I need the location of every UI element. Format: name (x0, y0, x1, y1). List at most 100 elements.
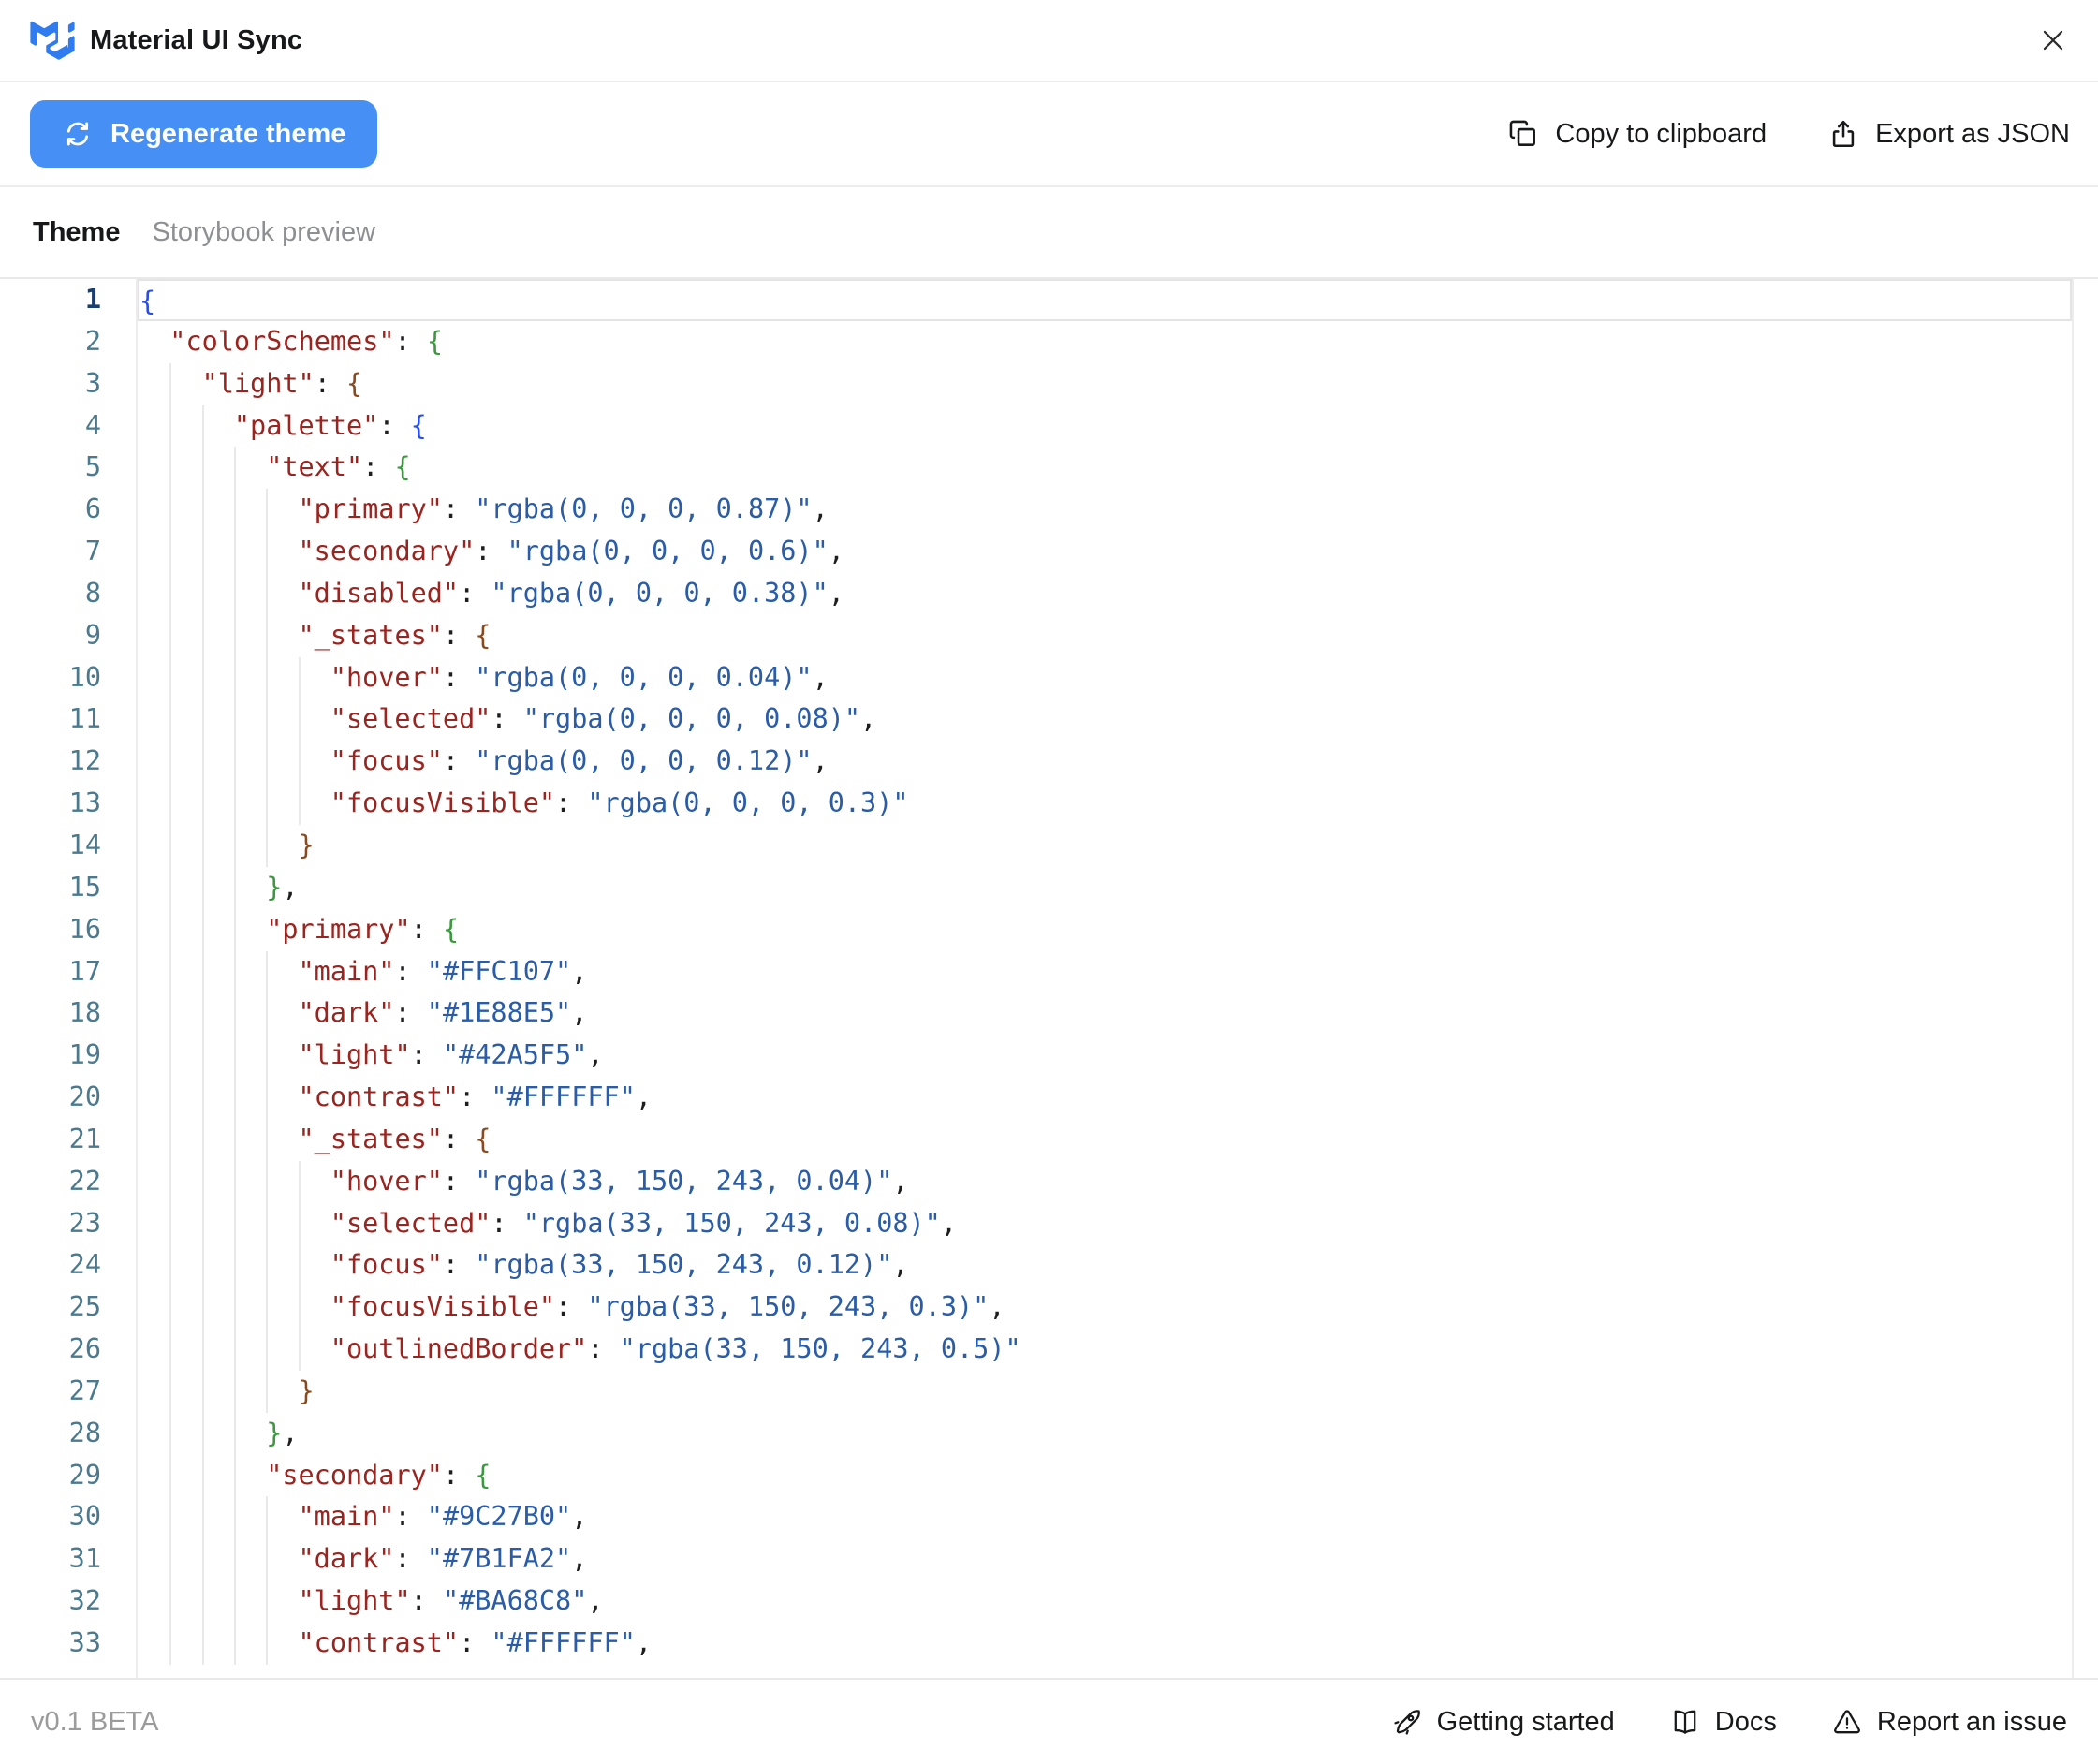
code-line[interactable]: "main": "#9C27B0", (138, 1496, 2072, 1538)
code-line[interactable]: "colorSchemes": { (138, 321, 2072, 363)
code-line[interactable]: "_states": { (138, 1119, 2072, 1161)
code-token-str: "rgba(0, 0, 0, 0.38)" (491, 578, 828, 609)
code-line[interactable]: }, (138, 867, 2072, 909)
docs-link[interactable]: Docs (1669, 1706, 1777, 1738)
code-token-pun: : (394, 997, 426, 1028)
code-token-str: "rgba(0, 0, 0, 0.6)" (507, 536, 829, 566)
indent-guide (169, 1623, 171, 1665)
code-line[interactable]: { (138, 279, 2072, 321)
code-line[interactable]: "dark": "#7B1FA2", (138, 1538, 2072, 1580)
code-line[interactable]: "contrast": "#FFFFFF", (138, 1623, 2072, 1665)
code-line[interactable]: } (138, 825, 2072, 867)
copy-to-clipboard-button[interactable]: Copy to clipboard (1506, 117, 1767, 151)
code-token-pun: : (411, 914, 443, 945)
code-line[interactable]: "focusVisible": "rgba(0, 0, 0, 0.3)" (138, 783, 2072, 825)
code-line[interactable]: "hover": "rgba(0, 0, 0, 0.04)", (138, 657, 2072, 699)
code-token-key: "secondary" (266, 1460, 443, 1491)
code-line[interactable]: "main": "#FFC107", (138, 951, 2072, 993)
code-line[interactable]: "focus": "rgba(33, 150, 243, 0.12)", (138, 1244, 2072, 1286)
line-number: 24 (0, 1244, 136, 1286)
code-line[interactable]: }, (138, 1413, 2072, 1455)
indent-guide (202, 447, 204, 489)
indent-guide (169, 1119, 171, 1161)
code-token-key: "main" (299, 956, 395, 987)
code-token-str: "#42A5F5" (443, 1039, 587, 1070)
indent-guide (169, 1580, 171, 1623)
tab-theme[interactable]: Theme (33, 217, 120, 248)
code-editor[interactable]: 1234567891011121314151617181920212223242… (0, 279, 2098, 1678)
line-number: 1 (0, 279, 136, 321)
code-token-key: "primary" (266, 914, 410, 945)
indent-guide (299, 698, 301, 741)
code-line[interactable]: } (138, 1371, 2072, 1413)
code-token-pun: : (443, 493, 475, 524)
code-line[interactable]: "light": { (138, 363, 2072, 405)
code-line[interactable]: "_states": { (138, 615, 2072, 657)
code-token-pun: : (459, 1627, 491, 1658)
code-token-key: "contrast" (299, 1081, 460, 1112)
indent-guide (202, 1371, 204, 1413)
code-line[interactable]: "focus": "rgba(0, 0, 0, 0.12)", (138, 741, 2072, 783)
code-token-key: "focus" (330, 1249, 443, 1280)
tab-storybook-preview[interactable]: Storybook preview (152, 217, 375, 248)
code-token-key: "light" (299, 1039, 411, 1070)
export-as-json-button[interactable]: Export as JSON (1827, 117, 2070, 151)
code-line[interactable]: "light": "#BA68C8", (138, 1580, 2072, 1623)
code-line[interactable]: "dark": "#1E88E5", (138, 992, 2072, 1035)
code-line[interactable]: "light": "#42A5F5", (138, 1035, 2072, 1077)
indent-guide (266, 1077, 268, 1119)
code-line[interactable]: "selected": "rgba(0, 0, 0, 0.08)", (138, 698, 2072, 741)
code-token-pun: : (555, 1291, 587, 1322)
line-number: 6 (0, 489, 136, 531)
code-line[interactable]: "selected": "rgba(33, 150, 243, 0.08)", (138, 1203, 2072, 1245)
code-token-pun: : (459, 1081, 491, 1112)
code-line[interactable]: "focusVisible": "rgba(33, 150, 243, 0.3)… (138, 1286, 2072, 1329)
code-line[interactable]: "palette": { (138, 405, 2072, 448)
code-token-key: "selected" (330, 1208, 491, 1239)
getting-started-link[interactable]: Getting started (1391, 1706, 1615, 1738)
code-line[interactable]: "primary": "rgba(0, 0, 0, 0.87)", (138, 489, 2072, 531)
code-line[interactable]: "contrast": "#FFFFFF", (138, 1077, 2072, 1119)
indent-guide (234, 1077, 236, 1119)
line-number: 3 (0, 363, 136, 405)
indent-guide (234, 1244, 236, 1286)
line-number: 2 (0, 321, 136, 363)
indent-guide (299, 1203, 301, 1245)
code-token-pun: , (829, 578, 844, 609)
indent-guide (202, 1161, 204, 1203)
regenerate-theme-button[interactable]: Regenerate theme (30, 100, 377, 168)
code-token-pun: : (394, 956, 426, 987)
code-line[interactable]: "secondary": { (138, 1455, 2072, 1497)
indent-guide (234, 1413, 236, 1455)
indent-guide (202, 1077, 204, 1119)
indent-guide (169, 1286, 171, 1329)
indent-guide (169, 951, 171, 993)
indent-guide (266, 1161, 268, 1203)
report-issue-link[interactable]: Report an issue (1831, 1706, 2067, 1738)
code-line[interactable]: "primary": { (138, 909, 2072, 951)
indent-guide (202, 405, 204, 448)
code-token-key: "main" (299, 1501, 395, 1532)
indent-guide (202, 531, 204, 573)
code-content[interactable]: {"colorSchemes": {"light": {"palette": {… (138, 279, 2074, 1678)
toolbar: Regenerate theme Copy to clipboard Expor… (0, 82, 2098, 187)
indent-guide (299, 657, 301, 699)
code-line[interactable]: "outlinedBorder": "rgba(33, 150, 243, 0.… (138, 1329, 2072, 1371)
code-token-key: "dark" (299, 997, 395, 1028)
code-token-key: "hover" (330, 1166, 443, 1197)
code-line[interactable]: "text": { (138, 447, 2072, 489)
indent-guide (169, 741, 171, 783)
indent-guide (299, 1329, 301, 1371)
indent-guide (266, 1119, 268, 1161)
line-number: 14 (0, 825, 136, 867)
code-line[interactable]: "disabled": "rgba(0, 0, 0, 0.38)", (138, 573, 2072, 615)
code-token-str: "rgba(33, 150, 243, 0.12)" (475, 1249, 892, 1280)
indent-guide (234, 1623, 236, 1665)
code-token-pun: : (459, 578, 491, 609)
close-button[interactable] (2034, 22, 2072, 59)
code-line[interactable]: "hover": "rgba(33, 150, 243, 0.04)", (138, 1161, 2072, 1203)
code-token-str: "rgba(0, 0, 0, 0.87)" (475, 493, 812, 524)
close-icon (2038, 25, 2068, 55)
code-line[interactable]: "secondary": "rgba(0, 0, 0, 0.6)", (138, 531, 2072, 573)
line-number: 26 (0, 1329, 136, 1371)
